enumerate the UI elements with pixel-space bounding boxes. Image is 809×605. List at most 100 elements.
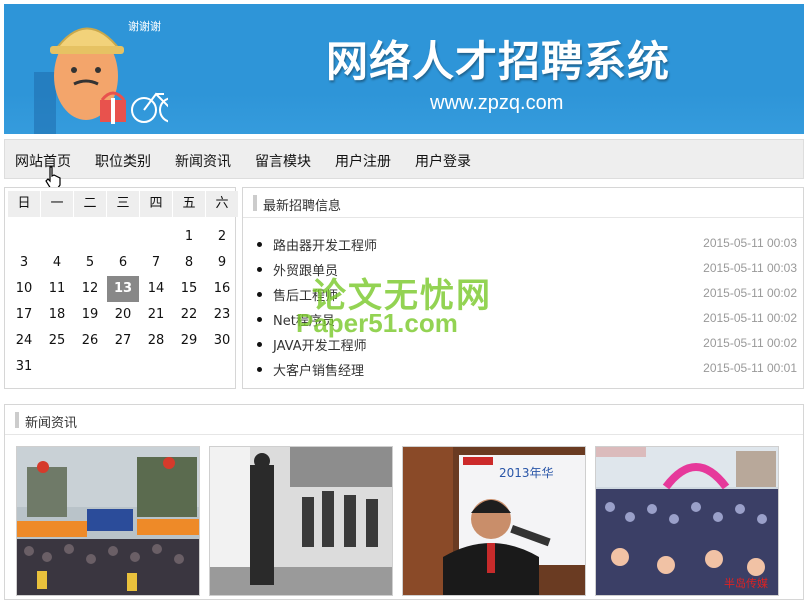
calendar-day[interactable]: 10 bbox=[8, 276, 40, 302]
calendar: 日 一 二 三 四 五 六 1 2 3 4 5 6 7 8 9 10 11 12 13 14 15 16 17 1… bbox=[4, 187, 238, 389]
job-title[interactable]: Net程序员 bbox=[273, 310, 335, 329]
calendar-day[interactable]: 6 bbox=[107, 250, 139, 276]
calendar-day-today[interactable]: 13 bbox=[107, 276, 139, 302]
job-title[interactable]: 售后工程师 bbox=[273, 285, 338, 304]
calendar-day bbox=[173, 354, 205, 380]
calendar-day[interactable]: 2 bbox=[206, 224, 238, 250]
job-item[interactable]: 外贸跟单员 2015-05-11 00:03 bbox=[257, 260, 797, 280]
news-photo-3[interactable]: 2013年华 bbox=[402, 446, 586, 596]
calendar-day bbox=[140, 224, 172, 250]
calendar-day[interactable]: 23 bbox=[206, 302, 238, 328]
calendar-day[interactable]: 30 bbox=[206, 328, 238, 354]
weekday-label: 六 bbox=[206, 191, 238, 217]
job-item[interactable]: JAVA开发工程师 2015-05-11 00:02 bbox=[257, 335, 797, 355]
news-photo-4[interactable]: 半岛传媒 bbox=[595, 446, 779, 596]
calendar-day bbox=[74, 354, 106, 380]
news-photo-1[interactable] bbox=[16, 446, 200, 596]
nav-job-categories[interactable]: 职位类别 bbox=[95, 151, 151, 171]
job-fair-crowd-photo-icon bbox=[17, 447, 199, 595]
speaker-photo-icon: 2013年华 bbox=[403, 447, 585, 595]
bullet-icon bbox=[257, 242, 262, 247]
section-marker bbox=[253, 195, 257, 211]
nav-messages[interactable]: 留言模块 bbox=[255, 151, 311, 171]
calendar-weekday-row: 日 一 二 三 四 五 六 bbox=[8, 191, 238, 217]
calendar-day bbox=[41, 354, 73, 380]
calendar-week-row: 31 bbox=[8, 354, 232, 380]
mascot-speech: 谢谢谢 bbox=[128, 20, 161, 33]
calendar-day[interactable]: 26 bbox=[74, 328, 106, 354]
calendar-day[interactable]: 5 bbox=[74, 250, 106, 276]
bullet-icon bbox=[257, 292, 262, 297]
weekday-label: 二 bbox=[74, 191, 106, 217]
calendar-week-row: 3456789 bbox=[8, 250, 232, 276]
calendar-day[interactable]: 17 bbox=[8, 302, 40, 328]
section-marker bbox=[15, 412, 19, 428]
calendar-day[interactable]: 11 bbox=[41, 276, 73, 302]
calendar-day[interactable]: 29 bbox=[173, 328, 205, 354]
calendar-week-row: 24 25 26 27 28 29 30 bbox=[8, 328, 232, 354]
site-url: www.zpzq.com bbox=[430, 92, 564, 114]
calendar-day[interactable]: 18 bbox=[41, 302, 73, 328]
calendar-day[interactable]: 1 bbox=[173, 224, 205, 250]
job-item[interactable]: 售后工程师 2015-05-11 00:02 bbox=[257, 285, 797, 305]
calendar-day[interactable]: 25 bbox=[41, 328, 73, 354]
weekday-label: 一 bbox=[41, 191, 73, 217]
job-item[interactable]: Net程序员 2015-05-11 00:02 bbox=[257, 310, 797, 330]
calendar-day bbox=[206, 354, 238, 380]
calendar-day[interactable]: 7 bbox=[140, 250, 172, 276]
calendar-week-row: 12 bbox=[8, 224, 232, 250]
calendar-day[interactable]: 12 bbox=[74, 276, 106, 302]
slide-caption: 2013年华 bbox=[499, 466, 554, 480]
main-nav: 网站首页 职位类别 新闻资讯 留言模块 用户注册 用户登录 bbox=[4, 139, 804, 179]
calendar-day bbox=[140, 354, 172, 380]
calendar-day[interactable]: 9 bbox=[206, 250, 238, 276]
calendar-day[interactable]: 27 bbox=[107, 328, 139, 354]
job-date: 2015-05-11 00:02 bbox=[703, 286, 797, 300]
job-item[interactable]: 路由器开发工程师 2015-05-11 00:03 bbox=[257, 235, 797, 255]
calendar-day[interactable]: 24 bbox=[8, 328, 40, 354]
calendar-day[interactable]: 22 bbox=[173, 302, 205, 328]
calendar-day[interactable]: 19 bbox=[74, 302, 106, 328]
bullet-icon bbox=[257, 367, 262, 372]
nav-register[interactable]: 用户注册 bbox=[335, 151, 391, 171]
calendar-day[interactable]: 16 bbox=[206, 276, 238, 302]
weekday-label: 日 bbox=[8, 191, 40, 217]
site-title: 网络人才招聘系统 bbox=[326, 37, 671, 86]
calendar-day bbox=[74, 224, 106, 250]
calendar-day[interactable]: 31 bbox=[8, 354, 40, 380]
job-item[interactable]: 大客户销售经理 2015-05-11 00:01 bbox=[257, 360, 797, 380]
weekday-label: 三 bbox=[107, 191, 139, 217]
latest-jobs-title: 最新招聘信息 bbox=[263, 199, 342, 214]
calendar-day bbox=[8, 224, 40, 250]
calendar-day[interactable]: 8 bbox=[173, 250, 205, 276]
calendar-day[interactable]: 3 bbox=[8, 250, 40, 276]
job-date: 2015-05-11 00:03 bbox=[703, 236, 797, 250]
job-title[interactable]: 外贸跟单员 bbox=[273, 260, 338, 279]
calendar-week-row: 10 11 12 13 14 15 16 bbox=[8, 276, 232, 302]
job-title[interactable]: 路由器开发工程师 bbox=[273, 235, 377, 254]
job-date: 2015-05-11 00:02 bbox=[703, 311, 797, 325]
news-header: 新闻资讯 bbox=[5, 405, 803, 435]
bullet-icon bbox=[257, 317, 262, 322]
news-photo-2[interactable] bbox=[209, 446, 393, 596]
calendar-day[interactable]: 14 bbox=[140, 276, 172, 302]
job-title[interactable]: JAVA开发工程师 bbox=[273, 335, 367, 354]
calendar-day[interactable]: 15 bbox=[173, 276, 205, 302]
news-panel: 新闻资讯 2013年华 半岛传媒 bbox=[4, 404, 804, 600]
calendar-day[interactable]: 21 bbox=[140, 302, 172, 328]
calendar-day bbox=[107, 224, 139, 250]
calendar-day bbox=[41, 224, 73, 250]
calendar-week-row: 17 18 19 20 21 22 23 bbox=[8, 302, 232, 328]
calendar-day[interactable]: 28 bbox=[140, 328, 172, 354]
site-banner: 谢谢谢 网络人才招聘系统 www.zpzq.com bbox=[4, 4, 804, 134]
weekday-label: 四 bbox=[140, 191, 172, 217]
job-title[interactable]: 大客户销售经理 bbox=[273, 360, 364, 379]
calendar-day[interactable]: 4 bbox=[41, 250, 73, 276]
nav-news[interactable]: 新闻资讯 bbox=[175, 151, 231, 171]
nav-login[interactable]: 用户登录 bbox=[415, 151, 471, 171]
bullet-icon bbox=[257, 267, 262, 272]
calendar-day[interactable]: 20 bbox=[107, 302, 139, 328]
latest-jobs-header: 最新招聘信息 bbox=[243, 188, 803, 218]
latest-jobs-panel: 最新招聘信息 路由器开发工程师 2015-05-11 00:03 外贸跟单员 201… bbox=[242, 187, 804, 389]
calendar-day bbox=[107, 354, 139, 380]
